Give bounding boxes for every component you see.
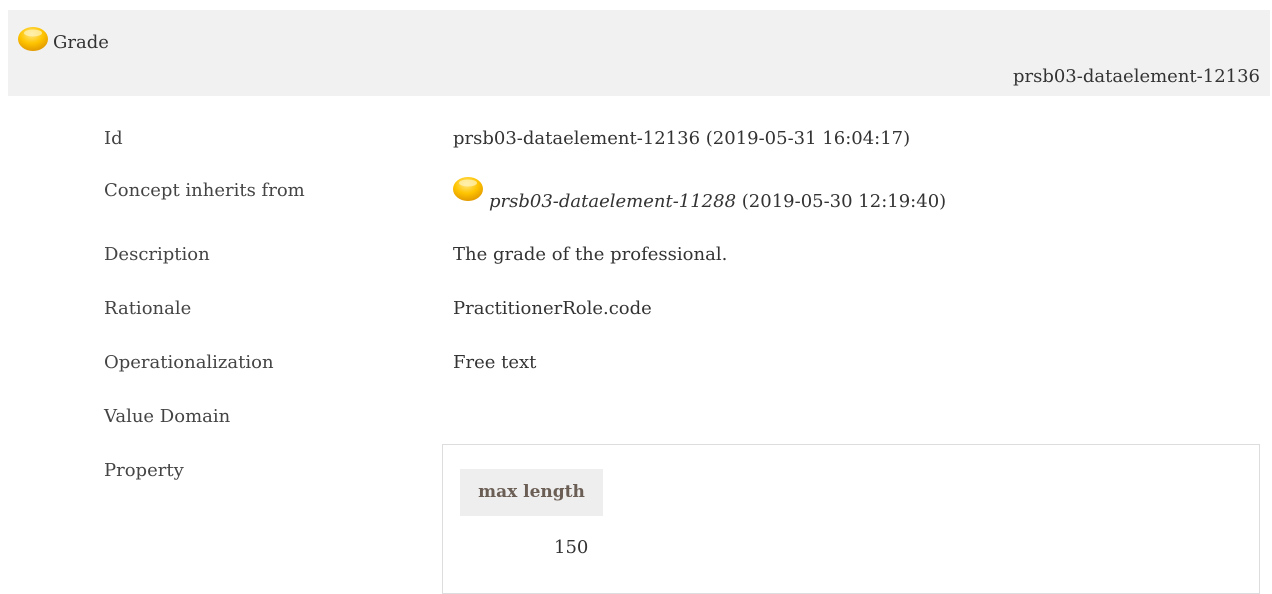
property-table: max length 150	[442, 444, 1260, 594]
property-value-max-length: 150	[554, 537, 589, 558]
inherited-concept-link[interactable]: prsb03-dataelement-11288	[489, 191, 736, 212]
label-value-domain: Value Domain	[104, 406, 231, 427]
label-operationalization: Operationalization	[104, 352, 274, 373]
value-description: The grade of the professional.	[453, 244, 728, 265]
label-rationale: Rationale	[104, 298, 192, 319]
inherited-concept-date: (2019-05-30 12:19:40)	[741, 191, 947, 212]
label-inherits: Concept inherits from	[104, 180, 305, 201]
value-rationale: PractitionerRole.code	[453, 298, 652, 319]
value-id: prsb03-dataelement-12136 (2019-05-31 16:…	[453, 128, 911, 149]
label-property: Property	[104, 460, 184, 481]
inherited-concept-bullet-icon	[453, 177, 483, 201]
value-inherits: prsb03-dataelement-11288 (2019-05-30 12:…	[489, 191, 946, 212]
value-operationalization: Free text	[453, 352, 537, 373]
concept-bullet-icon	[18, 27, 48, 51]
property-header-max-length: max length	[460, 469, 603, 516]
concept-title: Grade	[53, 32, 109, 53]
concept-id: prsb03-dataelement-12136	[1012, 66, 1260, 87]
concept-header: Grade prsb03-dataelement-12136	[8, 10, 1270, 96]
label-description: Description	[104, 244, 210, 265]
label-id: Id	[104, 128, 123, 149]
